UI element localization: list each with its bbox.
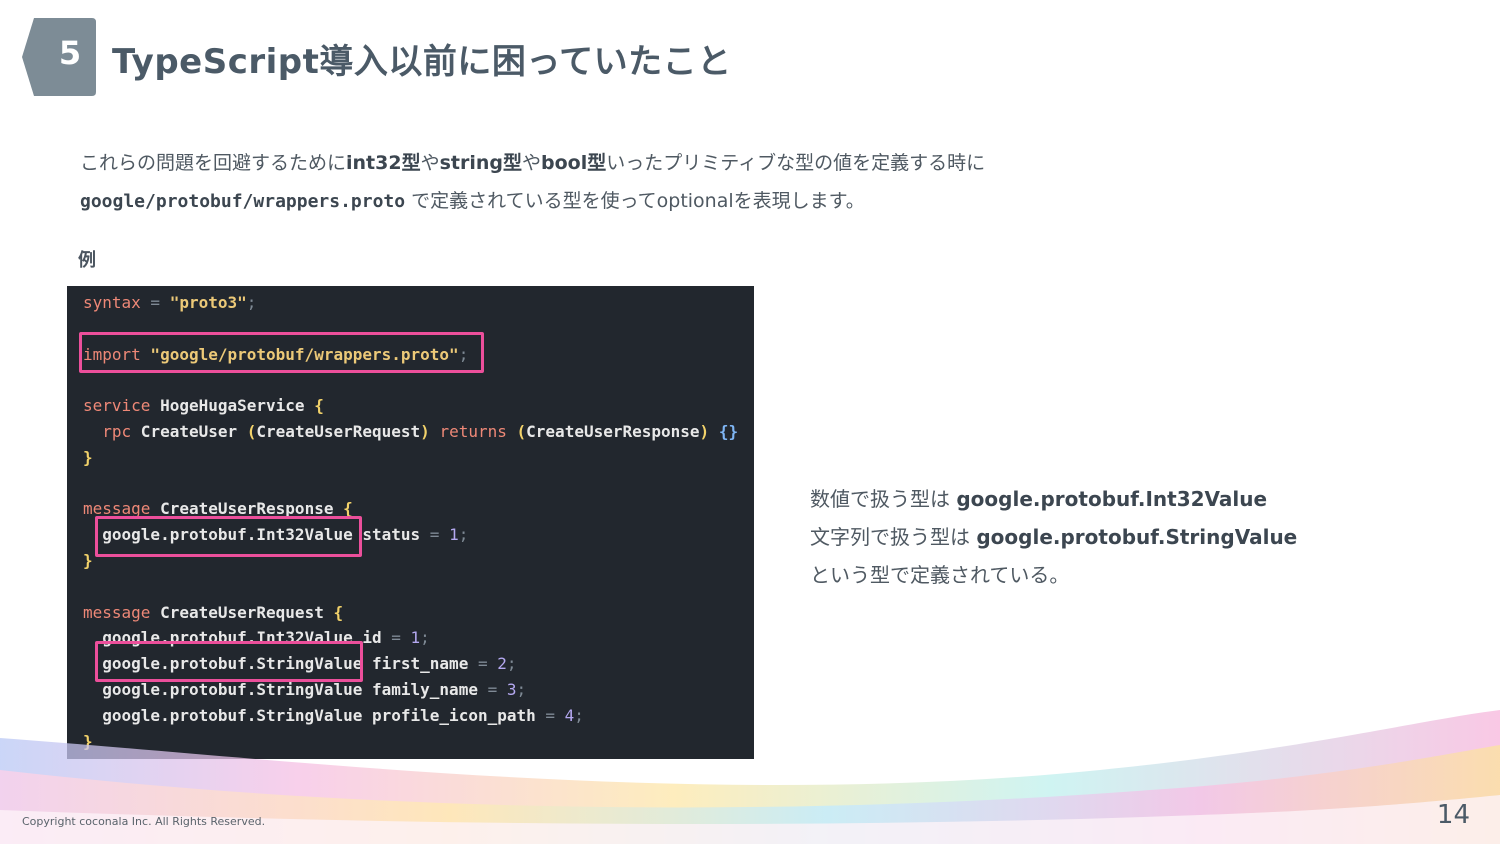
stringvalue-type: google.protobuf.StringValue — [976, 525, 1298, 549]
type-string: string型 — [439, 152, 522, 174]
intro-line-2: google/protobuf/wrappers.proto で定義されている型… — [80, 190, 865, 212]
page-title: TypeScript導入以前に困っていたこと — [112, 42, 732, 82]
footer-copyright: Copyright coconala Inc. All Rights Reser… — [22, 815, 266, 828]
side-note-line-3: という型で定義されている。 — [810, 563, 1070, 587]
intro-line-1: これらの問題を回避するためにint32型やstring型やbool型いったプリミ… — [80, 152, 986, 174]
int32value-type: google.protobuf.Int32Value — [956, 487, 1268, 511]
wrappers-path: google/protobuf/wrappers.proto — [80, 191, 406, 212]
code-block: syntax = "proto3"; import "google/protob… — [67, 286, 754, 759]
side-note: 数値で扱う型は google.protobuf.Int32Value 文字列で扱… — [810, 480, 1450, 594]
highlight-stringvalue — [95, 641, 363, 682]
type-int32: int32型 — [346, 152, 421, 174]
example-label: 例 — [78, 250, 96, 271]
page-number: 14 — [1436, 800, 1470, 830]
side-note-line-1: 数値で扱う型は google.protobuf.Int32Value — [810, 487, 1268, 511]
highlight-int32value — [95, 516, 362, 557]
highlight-import — [79, 332, 484, 373]
side-note-line-2: 文字列で扱う型は google.protobuf.StringValue — [810, 525, 1298, 549]
intro-paragraph: これらの問題を回避するためにint32型やstring型やbool型いったプリミ… — [80, 144, 1180, 221]
section-badge: 5 — [22, 18, 96, 96]
section-number: 5 — [58, 34, 82, 72]
type-bool: bool型 — [541, 152, 607, 174]
